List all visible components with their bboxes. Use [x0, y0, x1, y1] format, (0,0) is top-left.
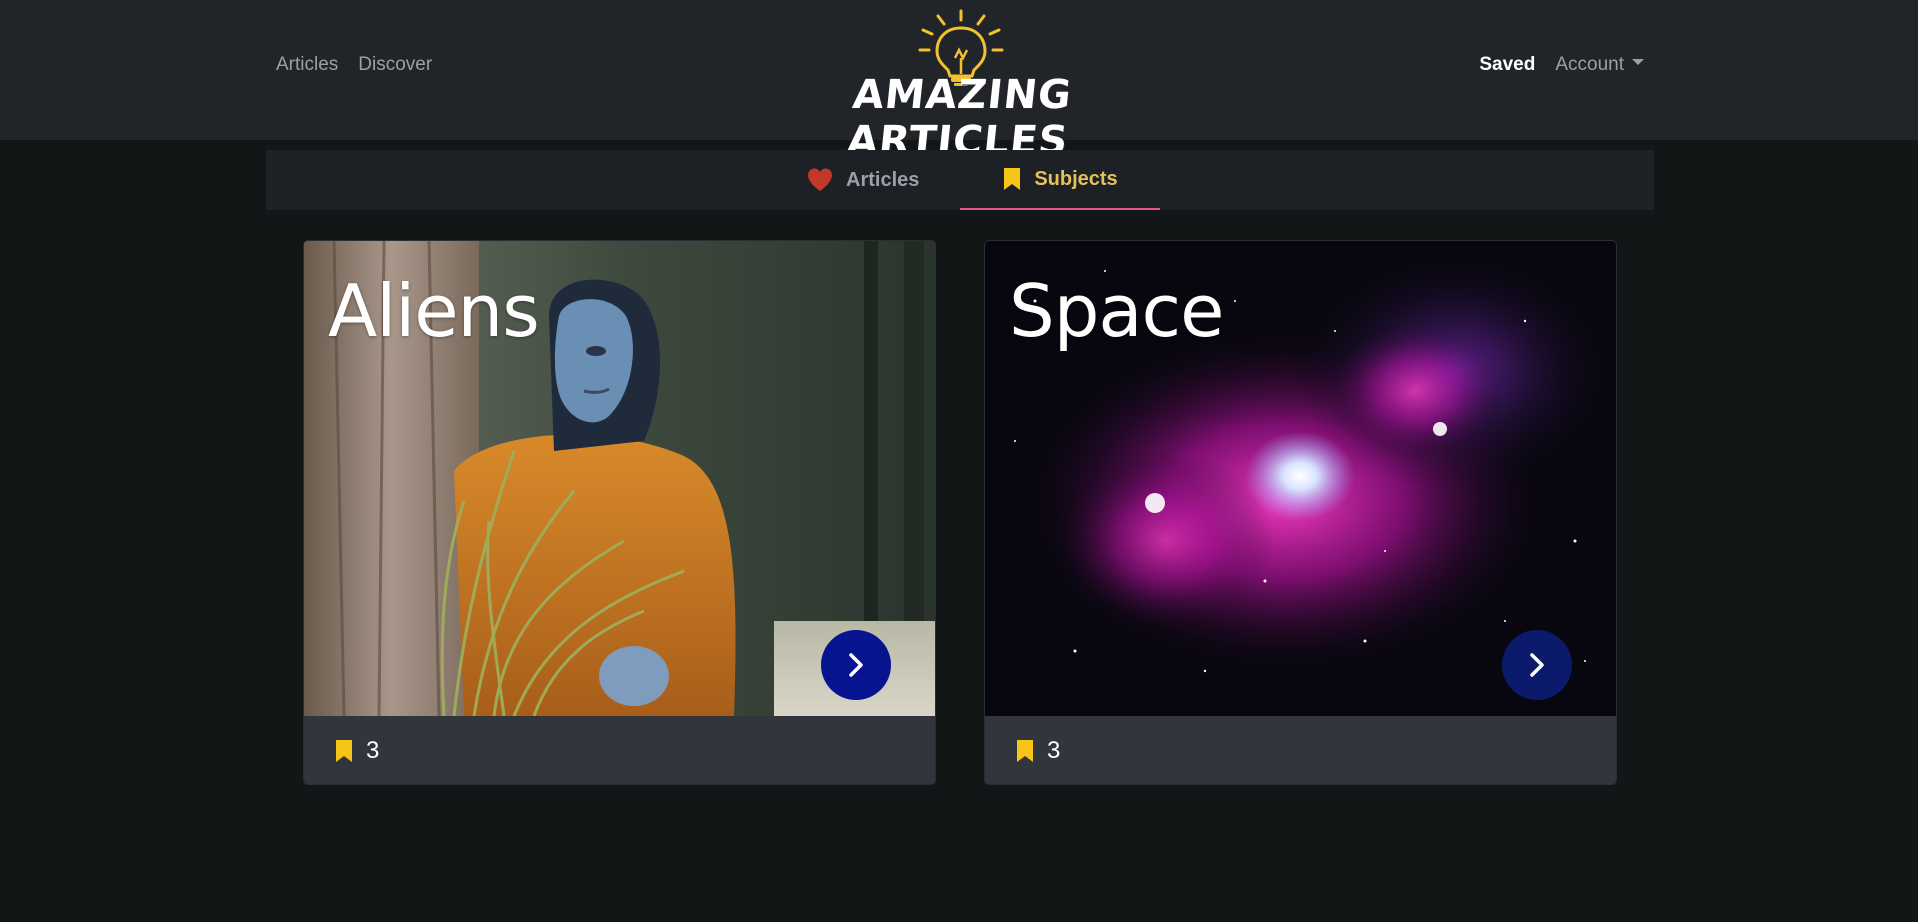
chevron-right-icon	[1530, 653, 1544, 677]
bookmark-icon	[336, 740, 352, 762]
nav-link-saved[interactable]: Saved	[1479, 54, 1535, 76]
account-dropdown[interactable]: Account	[1555, 54, 1644, 76]
subject-card-space[interactable]: Space 3	[984, 240, 1617, 785]
heart-icon	[808, 168, 832, 191]
primary-nav: Articles Discover	[276, 54, 432, 76]
bookmark-icon	[1004, 168, 1021, 190]
nav-link-articles[interactable]: Articles	[276, 54, 338, 76]
card-footer: 3	[985, 716, 1616, 784]
tab-articles[interactable]: Articles	[806, 150, 919, 210]
brand-logo[interactable]: AMAZING ARTICLES	[775, 6, 1145, 164]
tab-subjects-label: Subjects	[1034, 167, 1118, 190]
tab-articles-label: Articles	[846, 168, 920, 191]
bookmark-icon	[1017, 740, 1033, 762]
account-label: Account	[1555, 54, 1624, 75]
card-image-space: Space	[985, 241, 1616, 716]
open-subject-button[interactable]	[1502, 630, 1572, 700]
card-title: Space	[1009, 269, 1224, 353]
chevron-right-icon	[849, 653, 863, 677]
subject-card-aliens[interactable]: Aliens 3	[303, 240, 936, 785]
saved-count: 3	[366, 737, 380, 764]
user-nav: Saved Account	[1479, 54, 1644, 76]
caret-down-icon	[1632, 58, 1644, 65]
card-footer: 3	[304, 716, 935, 784]
card-image-aliens: Aliens	[304, 241, 935, 716]
tab-subjects[interactable]: Subjects	[960, 150, 1160, 210]
open-subject-button[interactable]	[821, 630, 891, 700]
saved-count: 3	[1047, 737, 1061, 764]
card-title: Aliens	[328, 269, 540, 353]
saved-subnav: Articles Subjects	[266, 150, 1654, 210]
top-navbar: Articles Discover AMAZING ARTICLES Saved…	[0, 0, 1918, 164]
nav-link-discover[interactable]: Discover	[358, 54, 432, 76]
